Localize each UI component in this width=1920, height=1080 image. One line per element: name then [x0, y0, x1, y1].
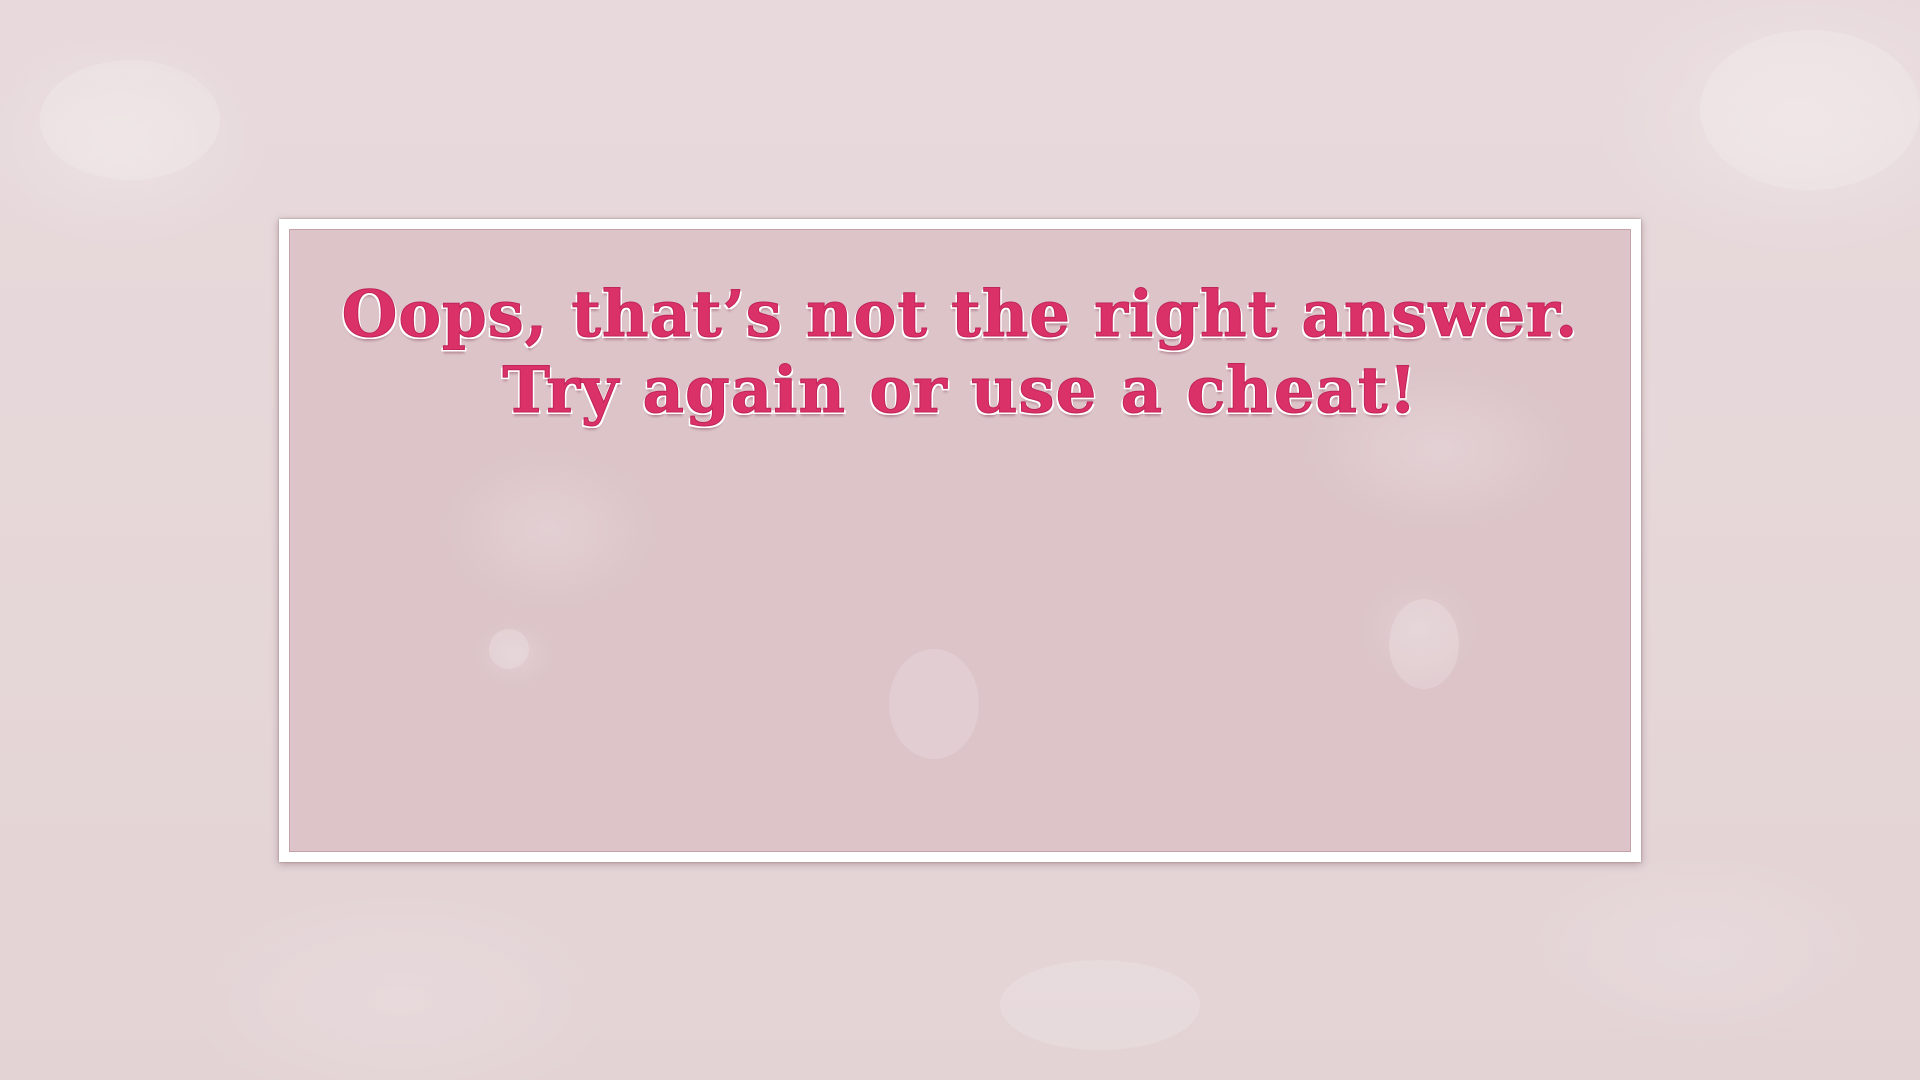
message-dialog-panel: Oops, that’s not the right answer. Try a…	[289, 229, 1631, 852]
panel-splat	[489, 629, 529, 669]
background-splat	[1000, 960, 1200, 1050]
wrong-answer-message: Oops, that’s not the right answer. Try a…	[289, 277, 1631, 429]
background-splat	[40, 60, 220, 180]
panel-splat	[1389, 599, 1459, 689]
panel-splat	[889, 649, 979, 759]
message-dialog: Oops, that’s not the right answer. Try a…	[279, 219, 1641, 862]
message-line-2: Try again or use a cheat!	[502, 353, 1418, 429]
message-line-1: Oops, that’s not the right answer.	[341, 277, 1579, 353]
background-splat	[1700, 30, 1920, 190]
